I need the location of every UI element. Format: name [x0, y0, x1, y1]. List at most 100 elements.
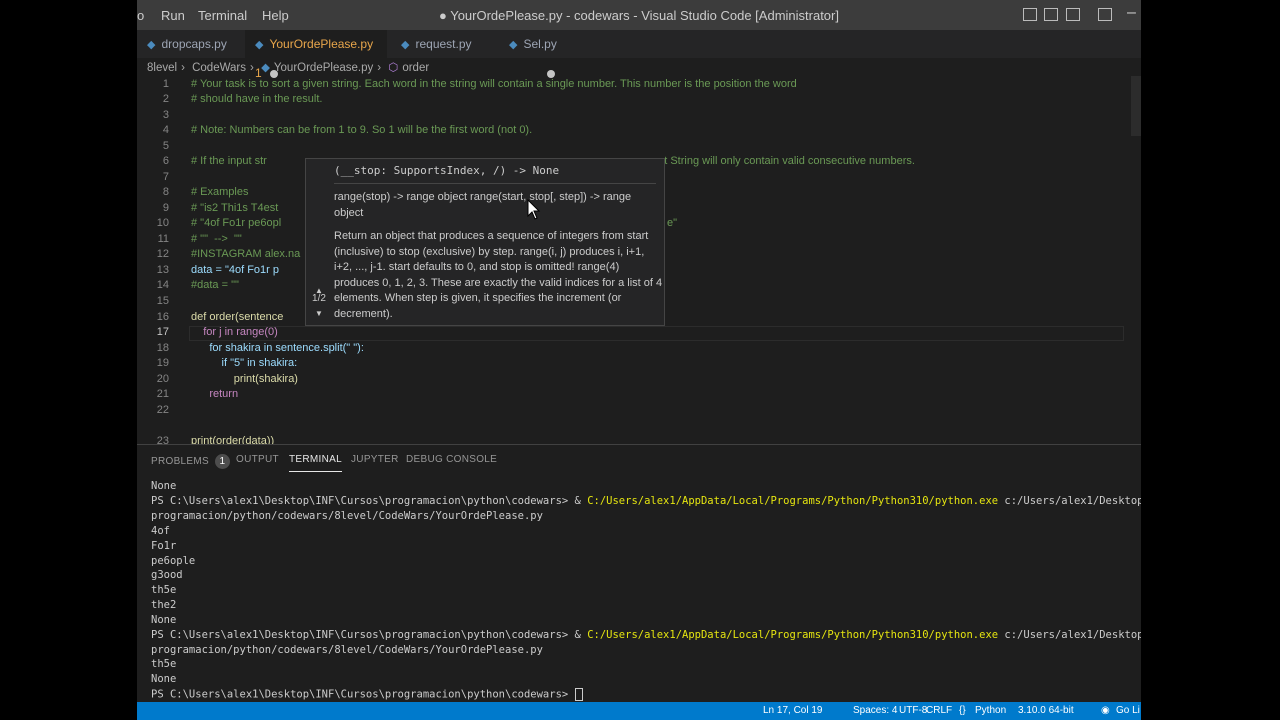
line-number: 17 [156, 326, 169, 338]
code-line: def order(sentence [191, 311, 284, 323]
terminal-line: the2 [151, 599, 177, 611]
vscode-window: o Run Terminal Help ● YourOrdePlease.py … [137, 0, 1141, 720]
status-language[interactable]: Python [975, 705, 1006, 716]
terminal-exe-path: C:/Users/alex1/AppData/Local/Programs/Py… [587, 495, 999, 507]
breadcrumb: 8level › CodeWars › ◆ YourOrdePlease.py › ⬡ o… [147, 60, 433, 74]
breadcrumb-item[interactable]: CodeWars [192, 62, 246, 74]
terminal-line: 4of [151, 525, 170, 537]
mouse-pointer-icon [527, 198, 541, 220]
symbol-method-icon: ⬡ [388, 62, 399, 74]
toggle-panel-icon[interactable] [1044, 8, 1058, 21]
panel-tab-output[interactable]: OUTPUT [236, 454, 279, 465]
code-line: # If the input str [191, 155, 267, 167]
terminal-line: PS C:\Users\alex1\Desktop\INF\Cursos\pro… [151, 495, 1141, 507]
terminal-cursor [574, 688, 583, 701]
line-number: 2 [162, 93, 169, 105]
tab-sel[interactable]: ◆ Sel.py [499, 30, 589, 78]
terminal-line: g3ood [151, 569, 183, 581]
braces-icon: {} [959, 705, 966, 716]
breadcrumb-item[interactable]: order [402, 62, 429, 74]
terminal-line: pe6ople [151, 555, 196, 567]
terminal-line: PS C:\Users\alex1\Desktop\INF\Cursos\pro… [151, 688, 583, 701]
code-line: #data = "" [191, 279, 239, 291]
status-encoding[interactable]: UTF-8 [899, 705, 927, 716]
line-number: 1 [162, 78, 169, 90]
line-number: 7 [162, 171, 169, 183]
hover-long-doc: Return an object that produces a sequenc… [334, 230, 663, 320]
python-file-icon: ◆ [255, 39, 264, 51]
code-line: # Note: Numbers can be from 1 to 9. So 1… [191, 124, 533, 136]
code-line: print(shakira) [191, 373, 298, 385]
panel-tab-problems[interactable]: PROBLEMS 1 [151, 454, 230, 469]
code-line: # Examples [191, 186, 249, 198]
status-cursor-position[interactable]: Ln 17, Col 19 [763, 705, 823, 716]
breadcrumb-item[interactable]: YourOrdePlease.py [274, 62, 373, 74]
code-line: data = "4of Fo1r p [191, 264, 279, 276]
line-number: 19 [156, 357, 169, 369]
terminal-line: None [151, 673, 177, 685]
line-number: 20 [156, 373, 169, 385]
panel-tab-terminal[interactable]: TERMINAL [289, 454, 342, 472]
terminal-script-path: c:/Users/alex1/Desktop/INF/Curso [1004, 495, 1141, 507]
line-number: 10 [156, 217, 169, 229]
toggle-secondary-sidebar-icon[interactable] [1066, 8, 1080, 21]
line-number: 23 [156, 435, 169, 444]
terminal-prompt: PS C:\Users\alex1\Desktop\INF\Cursos\pro… [151, 629, 588, 641]
code-line-tail: put String will only contain valid conse… [652, 155, 915, 167]
code-line: for j in range(0) [191, 326, 278, 338]
customize-layout-icon[interactable] [1098, 8, 1112, 21]
code-line: # "" --> "" [191, 233, 242, 245]
line-number: 9 [162, 202, 169, 214]
terminal-prompt: PS C:\Users\alex1\Desktop\INF\Cursos\pro… [151, 688, 575, 701]
hover-divider [334, 183, 656, 184]
python-file-icon: ◆ [261, 62, 270, 74]
line-number: 15 [156, 295, 169, 307]
overload-counter: 1/2 [312, 293, 326, 304]
panel-tab-debug-console[interactable]: DEBUG CONSOLE [406, 454, 497, 465]
terminal-line: Fo1r [151, 540, 177, 552]
minimize-icon[interactable]: – [1127, 4, 1136, 22]
line-number: 22 [156, 404, 169, 416]
chevron-right-icon: › [250, 62, 254, 74]
python-file-icon: ◆ [401, 39, 410, 51]
status-bar: Ln 17, Col 19 Spaces: 4 UTF-8 CRLF {} Py… [137, 702, 1141, 720]
chevron-right-icon: › [377, 62, 382, 74]
terminal-line: PS C:\Users\alex1\Desktop\INF\Cursos\pro… [151, 629, 1141, 641]
code-line: # should have in the result. [191, 93, 323, 105]
minimap[interactable] [1131, 76, 1141, 136]
breadcrumb-item[interactable]: 8level [147, 62, 177, 74]
panel-tab-jupyter[interactable]: JUPYTER [351, 454, 399, 465]
tab-request[interactable]: ◆ request.py [391, 30, 480, 58]
panel-tab-label: PROBLEMS [151, 456, 209, 467]
code-line: # Your task is to sort a given string. E… [191, 78, 797, 90]
chevron-down-icon[interactable]: ▼ [315, 309, 323, 318]
line-number: 3 [162, 109, 169, 121]
toggle-sidebar-icon[interactable] [1023, 8, 1037, 21]
terminal-line: th5e [151, 584, 177, 596]
status-go-live[interactable]: Go Live [1116, 705, 1140, 716]
status-eol[interactable]: CRLF [926, 705, 952, 716]
hover-tooltip: (__stop: SupportsIndex, /) -> None range… [305, 158, 665, 326]
code-line: return [191, 388, 239, 400]
status-indentation[interactable]: Spaces: 4 [853, 705, 897, 716]
terminal-prompt: PS C:\Users\alex1\Desktop\INF\Cursos\pro… [151, 495, 588, 507]
status-interpreter[interactable]: 3.10.0 64-bit [1018, 705, 1074, 716]
python-file-icon: ◆ [147, 39, 156, 51]
terminal-line: None [151, 614, 177, 626]
terminal-line: programacion/python/codewars/8level/Code… [151, 644, 543, 656]
code-line: if "5" in shakira: [191, 357, 298, 369]
bottom-panel: PROBLEMS 1 OUTPUT TERMINAL JUPYTER DEBUG … [137, 444, 1141, 703]
tab-yourordeplease[interactable]: ◆ YourOrdePlease.py 1 [245, 30, 387, 80]
line-number: 11 [157, 233, 169, 245]
line-number: 8 [162, 186, 169, 198]
title-bar: o Run Terminal Help ● YourOrdePlease.py … [137, 0, 1141, 30]
line-number: 4 [162, 124, 169, 136]
code-line: # "is2 Thi1s T4est [191, 202, 279, 214]
tab-label: dropcaps.py [161, 37, 227, 51]
hover-short-doc: range(stop) -> range object range(start,… [334, 191, 632, 219]
line-number: 21 [156, 388, 169, 400]
code-line: #INSTAGRAM alex.na [191, 248, 301, 260]
terminal-exe-path: C:/Users/alex1/AppData/Local/Programs/Py… [587, 629, 999, 641]
tab-dropcaps[interactable]: ◆ dropcaps.py [137, 30, 235, 58]
tab-label: Sel.py [523, 37, 557, 51]
